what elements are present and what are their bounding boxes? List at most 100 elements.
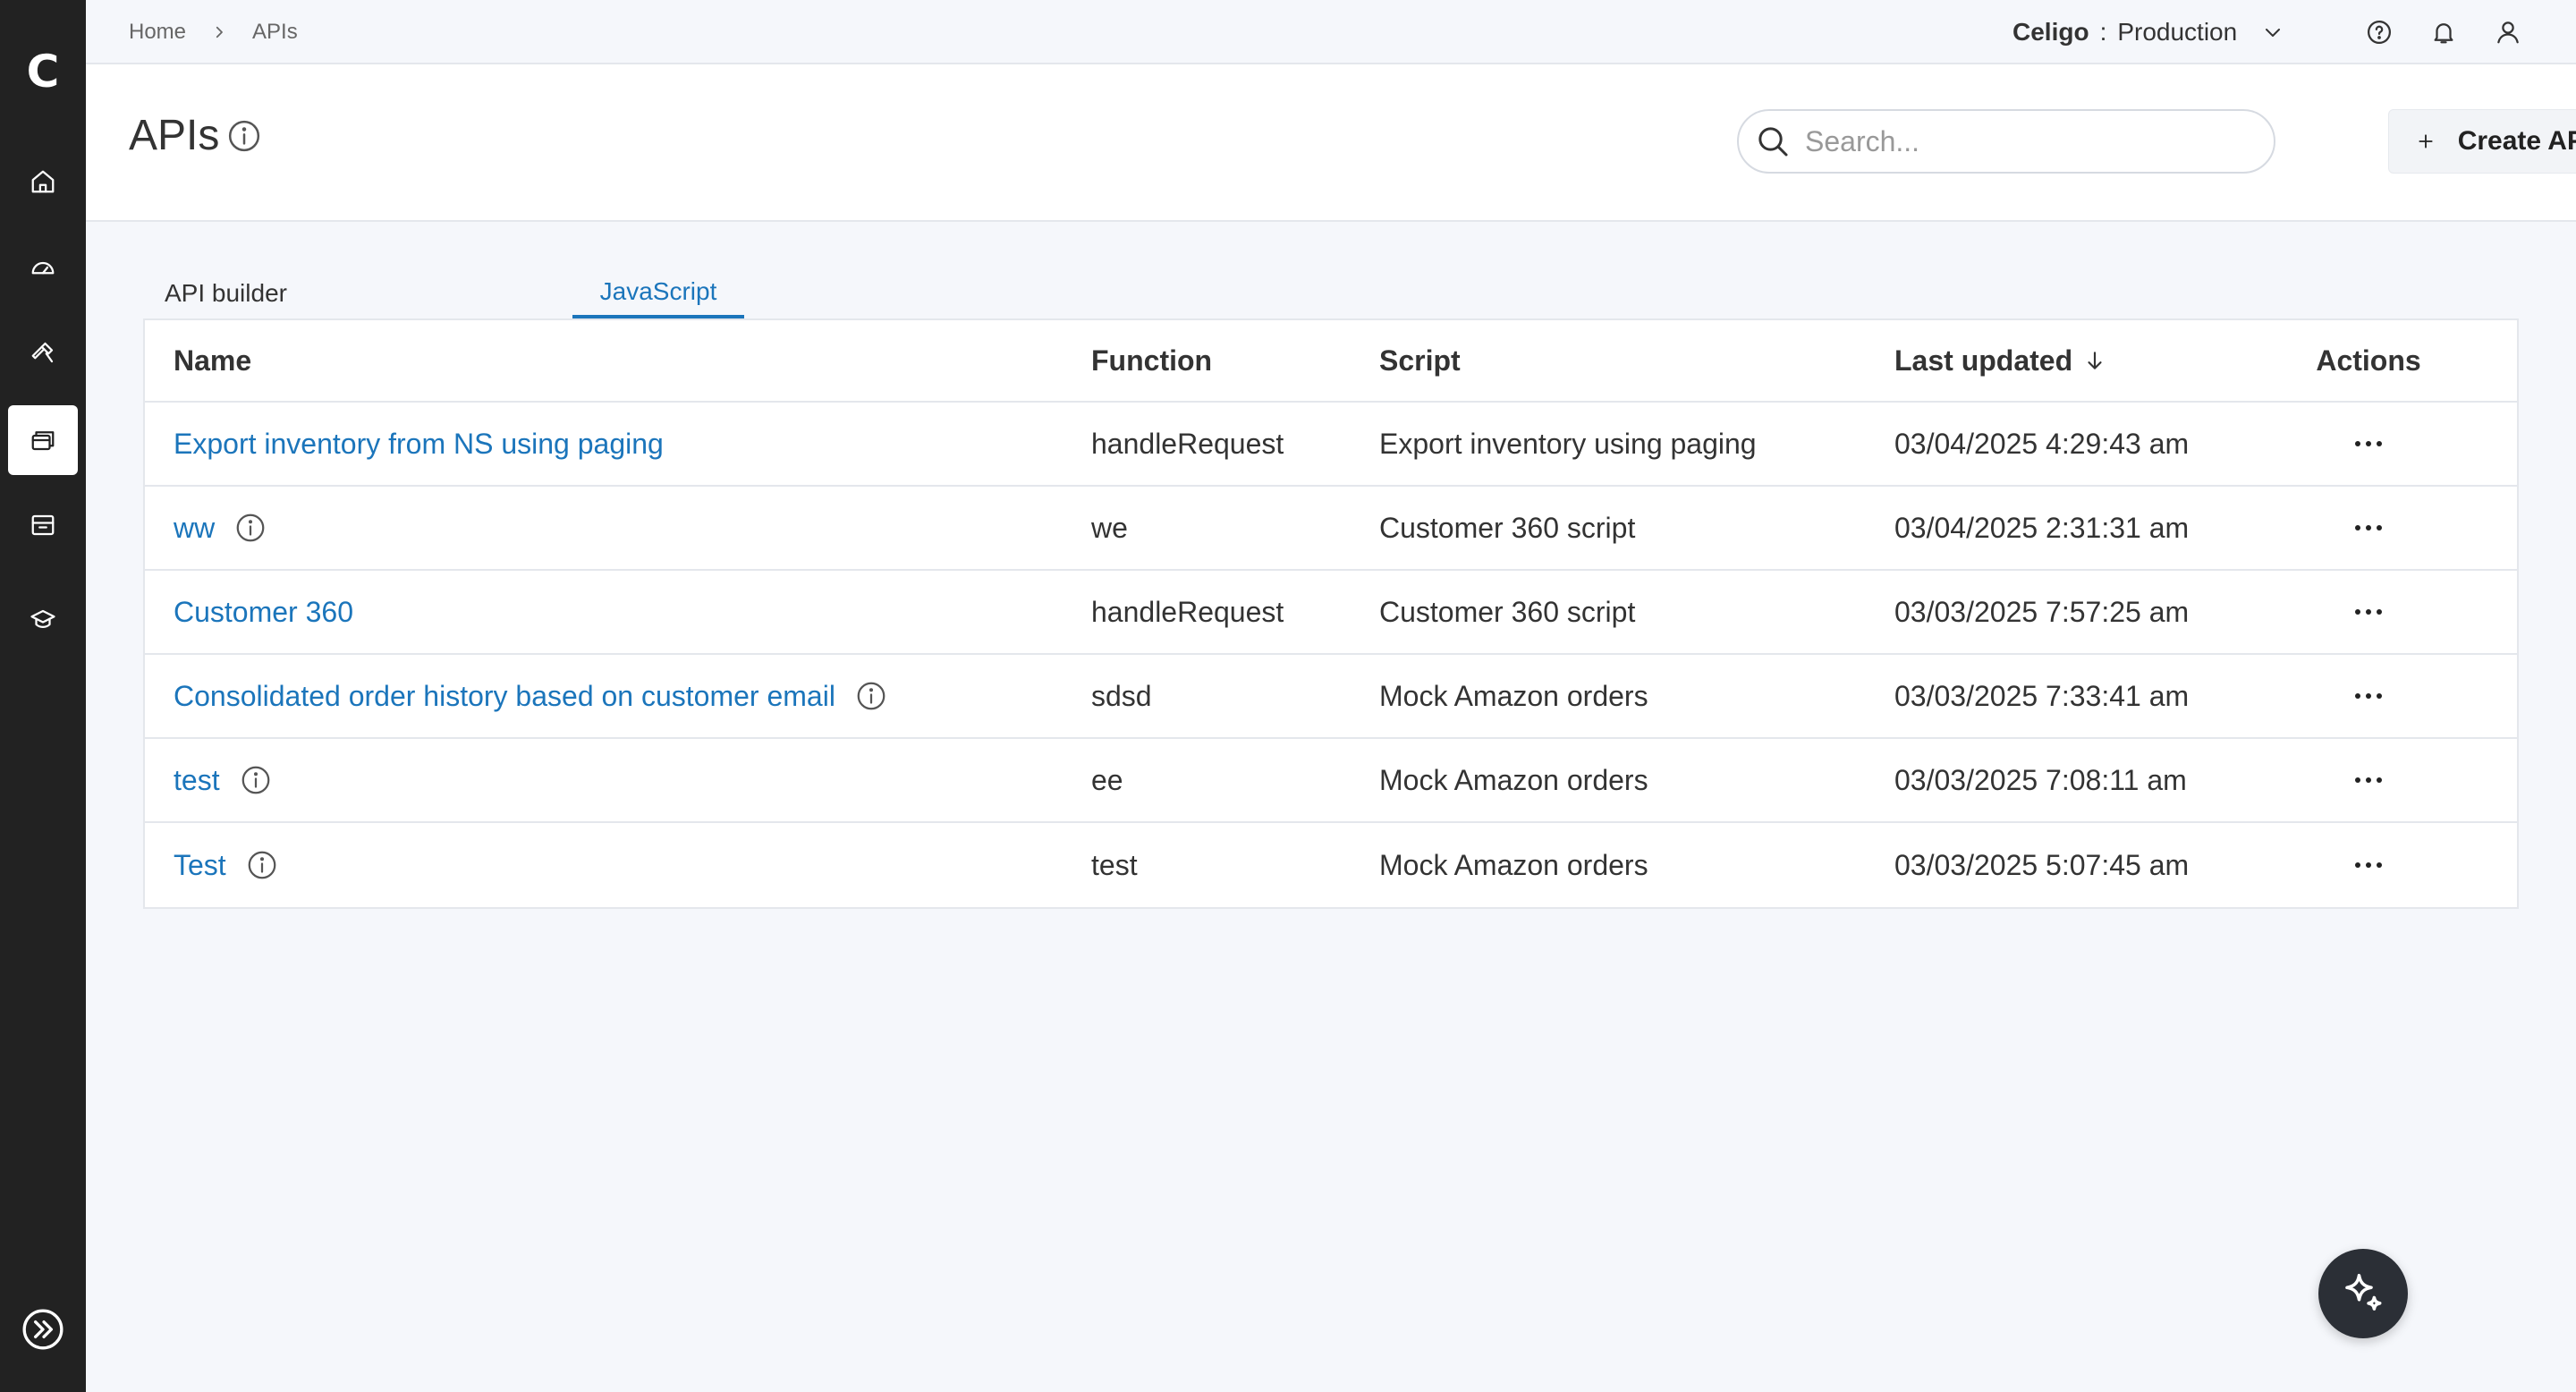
create-api-label: Create API — [2457, 126, 2576, 156]
help-icon — [2368, 21, 2391, 44]
api-name-link[interactable]: Export inventory from NS using paging — [174, 428, 664, 461]
environment-name: Production — [2117, 18, 2238, 46]
script-cell: Customer 360 script — [1379, 595, 1636, 628]
column-header-script: Script — [1379, 344, 1461, 377]
function-cell: sdsd — [1091, 679, 1152, 712]
marketplace-icon — [31, 514, 55, 536]
breadcrumb-current: APIs — [252, 20, 298, 44]
table-row: Export inventory from NS using paging ha… — [145, 403, 2517, 487]
more-actions-button[interactable] — [2342, 501, 2395, 555]
more-icon — [2355, 693, 2382, 699]
org-name: Celigo — [2012, 18, 2089, 46]
sidebar-item-tools[interactable] — [8, 318, 78, 387]
user-icon — [2497, 21, 2519, 44]
plus-icon — [2417, 132, 2435, 150]
script-cell: Customer 360 script — [1379, 511, 1636, 544]
more-actions-button[interactable] — [2342, 838, 2395, 892]
script-cell: Export inventory using paging — [1379, 427, 1757, 460]
more-actions-button[interactable] — [2342, 669, 2395, 723]
table-row: Test test Mock Amazon orders 03/03/2025 … — [145, 823, 2517, 907]
sidebar-item-home[interactable] — [8, 147, 78, 216]
more-icon — [2355, 777, 2382, 783]
help-button[interactable] — [2361, 14, 2397, 50]
column-header-name: Name — [174, 344, 252, 377]
table-row: Customer 360 handleRequest Customer 360 … — [145, 571, 2517, 655]
column-header-last-updated[interactable]: Last updated — [1894, 320, 2106, 401]
info-icon[interactable] — [226, 118, 262, 154]
api-icon — [31, 431, 55, 451]
chevron-right-icon — [211, 24, 227, 40]
org-separator: : — [2099, 18, 2107, 46]
last-updated-cell: 03/03/2025 7:08:11 am — [1894, 763, 2187, 796]
dashboard-icon — [31, 261, 55, 275]
more-actions-button[interactable] — [2342, 753, 2395, 807]
top-bar: Home APIs Celigo : Production — [86, 0, 2576, 64]
column-header-function: Function — [1091, 344, 1213, 377]
account-switcher[interactable]: Celigo : Production — [2012, 0, 2284, 64]
api-name-link[interactable]: Test — [174, 849, 226, 882]
column-header-actions: Actions — [2316, 344, 2421, 377]
script-cell: Mock Amazon orders — [1379, 679, 1648, 712]
search-input[interactable] — [1805, 124, 2234, 158]
page-title: APIs — [129, 115, 262, 157]
last-updated-cell: 03/03/2025 7:57:25 am — [1894, 595, 2190, 628]
sidebar-item-dashboard[interactable] — [8, 233, 78, 302]
table-row: test ee Mock Amazon orders 03/03/2025 7:… — [145, 739, 2517, 823]
api-name-link[interactable]: Consolidated order history based on cust… — [174, 680, 835, 713]
expand-icon — [22, 1309, 64, 1350]
function-cell: ee — [1091, 763, 1123, 796]
last-updated-cell: 03/03/2025 7:33:41 am — [1894, 679, 2190, 712]
create-api-button[interactable]: Create API — [2388, 109, 2576, 174]
tab-javascript[interactable]: JavaScript — [572, 268, 744, 318]
info-icon[interactable] — [234, 512, 267, 544]
search-box[interactable] — [1737, 109, 2275, 174]
home-icon — [31, 170, 55, 193]
breadcrumb-home[interactable]: Home — [129, 20, 186, 45]
more-actions-button[interactable] — [2342, 417, 2395, 471]
more-icon — [2355, 609, 2382, 615]
search-icon — [1755, 123, 1791, 159]
sidebar: C — [0, 0, 86, 1392]
page-header: APIs Create API — [86, 64, 2576, 222]
script-cell: Mock Amazon orders — [1379, 848, 1648, 881]
sidebar-item-apis[interactable] — [8, 405, 78, 475]
bell-icon — [2434, 23, 2453, 44]
more-icon — [2355, 862, 2382, 868]
function-cell: handleRequest — [1091, 427, 1284, 460]
ai-assistant-button[interactable] — [2318, 1249, 2408, 1338]
celigo-logo[interactable]: C — [0, 41, 86, 102]
column-header-last-updated-label: Last updated — [1894, 344, 2073, 377]
sidebar-item-marketplace[interactable] — [8, 490, 78, 560]
more-actions-button[interactable] — [2342, 585, 2395, 639]
api-name-link[interactable]: ww — [174, 512, 215, 545]
chevron-down-icon — [2262, 21, 2284, 43]
academy-icon — [30, 609, 55, 628]
tools-icon — [31, 342, 54, 363]
api-name-link[interactable]: Customer 360 — [174, 596, 353, 629]
expand-sidebar-button[interactable] — [16, 1303, 70, 1356]
apis-table: Name Function Script Last updated Action… — [143, 318, 2519, 909]
notifications-button[interactable] — [2426, 14, 2462, 50]
sort-descending-icon[interactable] — [2083, 349, 2106, 372]
function-cell: handleRequest — [1091, 595, 1284, 628]
api-name-link[interactable]: test — [174, 764, 220, 797]
info-icon[interactable] — [246, 849, 278, 881]
tab-api-builder[interactable]: API builder — [143, 268, 315, 318]
table-row: Consolidated order history based on cust… — [145, 655, 2517, 739]
page-title-text: APIs — [129, 112, 220, 159]
info-icon[interactable] — [855, 680, 887, 712]
more-icon — [2355, 525, 2382, 530]
last-updated-cell: 03/03/2025 5:07:45 am — [1894, 848, 2190, 881]
sidebar-item-academy[interactable] — [8, 585, 78, 655]
table-row: ww we Customer 360 script 03/04/2025 2:3… — [145, 487, 2517, 571]
function-cell: we — [1091, 511, 1128, 544]
profile-button[interactable] — [2490, 14, 2526, 50]
info-icon[interactable] — [240, 764, 272, 796]
tabs: API builder JavaScript — [143, 268, 744, 318]
last-updated-cell: 03/04/2025 2:31:31 am — [1894, 511, 2190, 544]
table-header-row: Name Function Script Last updated Action… — [145, 320, 2517, 403]
breadcrumb: Home APIs — [129, 0, 298, 64]
more-icon — [2355, 441, 2382, 446]
sparkle-icon — [2345, 1273, 2382, 1311]
last-updated-cell: 03/04/2025 4:29:43 am — [1894, 427, 2190, 460]
